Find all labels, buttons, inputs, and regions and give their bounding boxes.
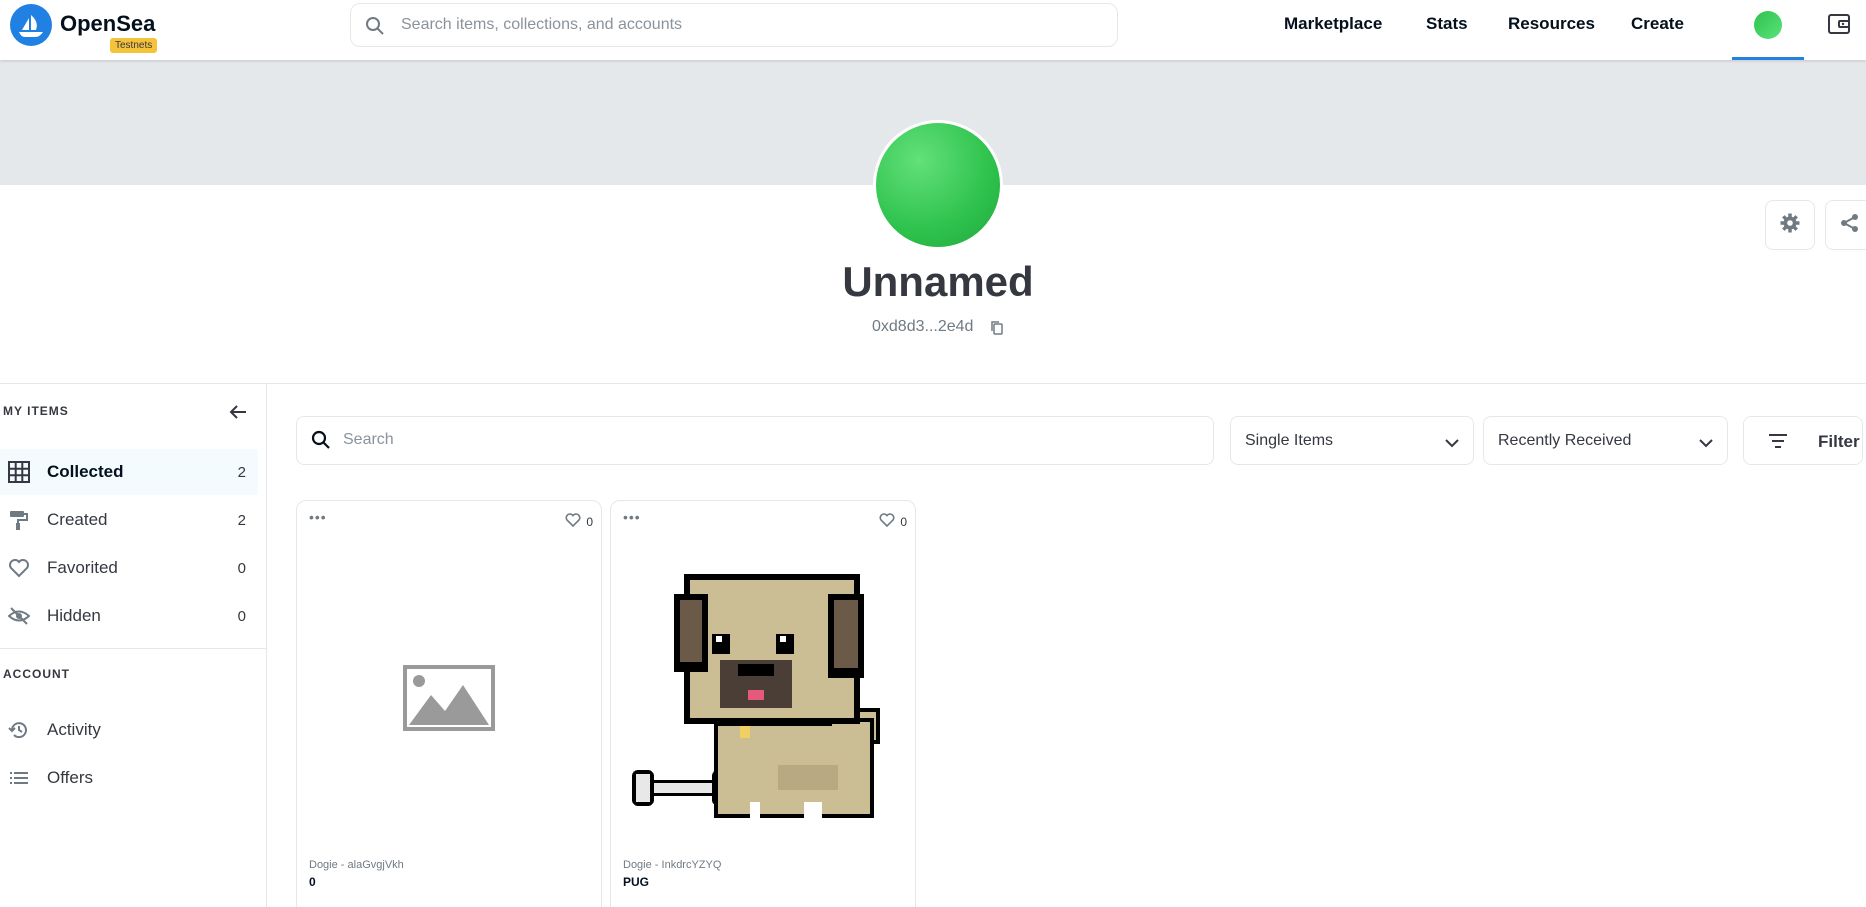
arrow-left-icon[interactable]: [228, 402, 248, 427]
brand-name[interactable]: OpenSea: [60, 11, 155, 37]
sidebar-item-label: Collected: [47, 462, 124, 481]
sidebar-item-count: 0: [237, 559, 246, 577]
wallet-icon[interactable]: [1826, 11, 1852, 42]
heart-icon: [8, 557, 30, 579]
nav-resources[interactable]: Resources: [1508, 14, 1595, 34]
card-media[interactable]: [307, 535, 591, 865]
search-icon: [365, 16, 385, 41]
chevron-down-icon: [1699, 435, 1713, 453]
filter-icon: [1768, 433, 1788, 454]
item-type-select[interactable]: Single Items: [1230, 416, 1474, 465]
settings-button[interactable]: [1765, 200, 1815, 250]
sidebar-item-activity[interactable]: Activity: [0, 707, 258, 753]
filter-button[interactable]: Filter: [1743, 416, 1863, 465]
heart-icon: [879, 512, 895, 532]
sort-select[interactable]: Recently Received: [1483, 416, 1728, 465]
item-type-value: Single Items: [1245, 432, 1334, 449]
my-items-heading: MY ITEMS: [3, 404, 69, 418]
sort-value: Recently Received: [1498, 432, 1632, 449]
nav-create[interactable]: Create: [1631, 14, 1684, 34]
global-search-input[interactable]: [401, 16, 1101, 34]
card-name[interactable]: 0: [309, 875, 316, 889]
sidebar-item-label: Offers: [47, 768, 93, 787]
items-search[interactable]: [296, 416, 1214, 465]
search-icon: [311, 430, 331, 455]
chevron-down-icon: [1445, 435, 1459, 453]
nav-stats[interactable]: Stats: [1426, 14, 1468, 34]
sidebar-item-label: Hidden: [47, 606, 101, 625]
more-options-icon[interactable]: •••: [309, 509, 327, 525]
card-collection[interactable]: Dogie - alaGvgjVkh: [309, 859, 404, 871]
wallet-address[interactable]: 0xd8d3...2e4d: [872, 318, 973, 336]
filter-label: Filter: [1818, 432, 1860, 451]
like-count: 0: [900, 515, 907, 529]
favorite-toggle[interactable]: 0: [565, 512, 593, 532]
sidebar-item-count: 0: [237, 607, 246, 625]
like-count: 0: [586, 515, 593, 529]
card-name[interactable]: PUG: [623, 875, 649, 889]
top-navbar: OpenSea Testnets Marketplace Stats Resou…: [0, 0, 1866, 60]
sidebar: MY ITEMS Collected 2 Created 2 Favorited…: [0, 384, 267, 907]
card-collection[interactable]: Dogie - InkdrcYZYQ: [623, 859, 721, 871]
items-search-input[interactable]: [343, 431, 1193, 449]
nft-card[interactable]: ••• 0 Dogie - InkdrcYZYQ PUG: [610, 500, 916, 907]
grid-icon: [8, 461, 30, 483]
more-options-icon[interactable]: •••: [623, 509, 641, 525]
pug-image: [632, 574, 880, 818]
active-nav-indicator: [1732, 57, 1804, 60]
card-media[interactable]: [621, 535, 905, 865]
share-icon: [1839, 212, 1861, 239]
profile-avatar: [873, 120, 1003, 250]
heart-icon: [565, 512, 581, 532]
global-search[interactable]: [350, 3, 1118, 47]
sidebar-item-count: 2: [237, 463, 246, 481]
sidebar-item-created[interactable]: Created 2: [0, 497, 258, 543]
sidebar-item-hidden[interactable]: Hidden 0: [0, 593, 258, 639]
account-heading: ACCOUNT: [3, 667, 70, 681]
section-divider: [0, 383, 1866, 384]
sidebar-item-label: Activity: [47, 720, 101, 739]
nft-card[interactable]: ••• 0 Dogie - alaGvgjVkh 0: [296, 500, 602, 907]
sidebar-item-offers[interactable]: Offers: [0, 755, 258, 801]
profile-name: Unnamed: [842, 258, 1034, 305]
eye-slash-icon: [8, 605, 30, 627]
paint-roller-icon: [8, 509, 30, 531]
testnets-badge: Testnets: [110, 38, 158, 53]
nav-marketplace[interactable]: Marketplace: [1284, 14, 1382, 34]
sidebar-item-collected[interactable]: Collected 2: [0, 449, 258, 495]
gear-icon: [1779, 212, 1801, 239]
opensea-logo[interactable]: [10, 4, 52, 46]
sidebar-item-label: Favorited: [47, 558, 118, 577]
account-avatar[interactable]: [1754, 11, 1782, 39]
history-icon: [8, 719, 30, 741]
copy-icon[interactable]: [990, 320, 1004, 341]
sidebar-item-favorited[interactable]: Favorited 0: [0, 545, 258, 591]
image-placeholder-icon: [403, 664, 495, 736]
sidebar-item-label: Created: [47, 510, 108, 529]
sidebar-divider: [0, 648, 267, 649]
favorite-toggle[interactable]: 0: [879, 512, 907, 532]
sidebar-item-count: 2: [237, 511, 246, 529]
list-icon: [8, 767, 30, 789]
share-button[interactable]: [1825, 200, 1866, 250]
